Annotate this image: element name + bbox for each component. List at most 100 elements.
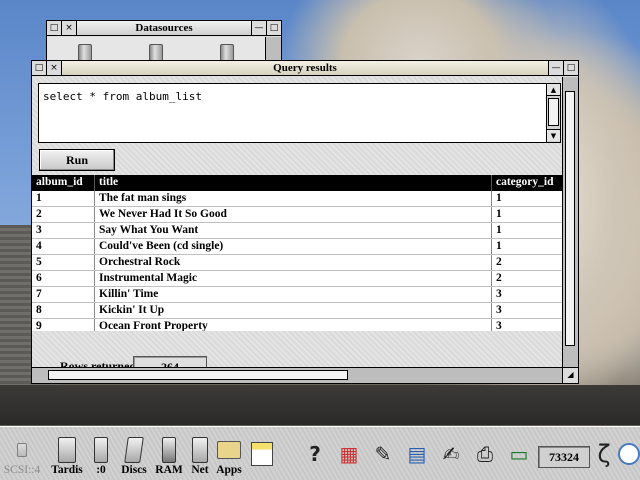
cell-category-id: 2: [496, 272, 502, 284]
table-row[interactable]: 7 Killin' Time 3: [32, 287, 564, 303]
database-icon: [249, 440, 275, 468]
iconbar-task-terminal[interactable]: ▭: [504, 430, 534, 478]
cell-title: We Never Had It So Good: [95, 207, 492, 222]
desktop-backdrop-ground: [0, 385, 640, 425]
datasources-scrollbar[interactable]: [265, 37, 281, 61]
floppy-drive-icon: [88, 436, 114, 464]
scroll-thumb[interactable]: [565, 91, 575, 346]
query-results-window[interactable]: □ × Query results — □ select * from albu…: [31, 60, 579, 384]
cell-category-id: 1: [496, 208, 502, 220]
column-header-category-id[interactable]: category_id: [492, 175, 564, 191]
close-button[interactable]: ×: [62, 21, 77, 35]
iconbar-task-paint[interactable]: ▦: [334, 430, 364, 478]
cell-title: Say What You Want: [95, 223, 492, 238]
cell-title: Ocean Front Property: [95, 319, 492, 331]
ramdisc-icon: [156, 436, 182, 464]
terminal-icon: ▭: [509, 442, 529, 466]
iconbar-label: Tardis: [51, 464, 83, 476]
iconbar-label: :0: [96, 464, 106, 476]
query-results-titlebar[interactable]: □ × Query results — □: [32, 61, 578, 76]
scsi-drive-icon: [9, 436, 35, 464]
iconbar-device-net[interactable]: Net: [186, 430, 214, 478]
datasources-window[interactable]: □ × Datasources — □: [46, 20, 282, 62]
table-row[interactable]: 1 The fat man sings 1: [32, 191, 564, 207]
scroll-up-arrow-icon[interactable]: ▲: [547, 84, 560, 96]
column-header-album-id[interactable]: album_id: [32, 175, 95, 191]
window-title: Query results: [62, 61, 548, 75]
sql-text[interactable]: select * from album_list: [43, 90, 202, 103]
iconbar-task-help[interactable]: ?: [300, 430, 330, 478]
iconbar-task-clock[interactable]: [618, 430, 640, 478]
iconbar-label: SCSI::4: [3, 464, 41, 476]
iconbar-task-zeta[interactable]: ζ: [592, 430, 616, 478]
cell-album-id: 4: [32, 239, 95, 254]
close-button[interactable]: ×: [47, 61, 62, 75]
iconbar-device-floppy[interactable]: :0: [88, 430, 114, 478]
cell-album-id: 2: [32, 207, 95, 222]
resize-icon[interactable]: ◢: [562, 367, 578, 383]
back-button[interactable]: □: [47, 21, 62, 35]
iconbar-device-scsi[interactable]: SCSI::4: [2, 430, 42, 478]
iconbar-label: Net: [191, 464, 209, 476]
query-results-vertical-scrollbar[interactable]: [562, 77, 578, 367]
cell-album-id: 8: [32, 303, 95, 318]
iconbar-label: RAM: [155, 464, 183, 476]
apps-folder-icon: [216, 436, 242, 464]
iconbar-device-discs[interactable]: Discs: [118, 430, 150, 478]
iconize-button[interactable]: —: [251, 21, 266, 35]
toggle-size-button[interactable]: □: [563, 61, 578, 75]
run-button[interactable]: Run: [39, 149, 115, 171]
table-row[interactable]: 3 Say What You Want 1: [32, 223, 564, 239]
cell-category-id: 2: [496, 256, 502, 268]
scroll-thumb[interactable]: [48, 370, 348, 380]
iconize-button[interactable]: —: [548, 61, 563, 75]
iconbar-task-edit[interactable]: ✍: [436, 430, 466, 478]
harddisc-icon: [54, 436, 80, 464]
cell-category-id: 1: [496, 224, 502, 236]
zeta-icon: ζ: [597, 440, 611, 468]
cell-album-id: 9: [32, 319, 95, 331]
cell-title: Could've Been (cd single): [95, 239, 492, 254]
scroll-down-arrow-icon[interactable]: ▼: [547, 129, 560, 141]
draw-icon: ✎: [374, 442, 392, 466]
cell-album-id: 3: [32, 223, 95, 238]
discs-icon: [121, 436, 147, 464]
iconbar-task-draw[interactable]: ✎: [368, 430, 398, 478]
iconbar-task-chart[interactable]: ▤: [402, 430, 432, 478]
cell-title: The fat man sings: [95, 191, 492, 206]
iconbar-task-database[interactable]: [248, 430, 276, 478]
cell-category-id: 3: [496, 304, 502, 316]
free-memory-display[interactable]: 73324: [538, 446, 590, 468]
iconbar-apps[interactable]: Apps: [214, 430, 244, 478]
cell-title: Killin' Time: [95, 287, 492, 302]
table-row[interactable]: 4 Could've Been (cd single) 1: [32, 239, 564, 255]
iconbar-device-ram[interactable]: RAM: [154, 430, 184, 478]
column-header-title[interactable]: title: [95, 175, 492, 191]
toggle-size-button[interactable]: □: [266, 21, 281, 35]
cell-title: Kickin' It Up: [95, 303, 492, 318]
iconbar-task-printer[interactable]: ⎙: [470, 430, 500, 478]
network-icon: [187, 436, 213, 464]
cell-title: Orchestral Rock: [95, 255, 492, 270]
paint-icon: ▦: [339, 442, 359, 466]
iconbar-device-tardis[interactable]: Tardis: [48, 430, 86, 478]
cell-album-id: 7: [32, 287, 95, 302]
sql-scrollbar[interactable]: ▲ ▼: [546, 84, 560, 142]
query-results-horizontal-scrollbar[interactable]: [32, 367, 562, 383]
chart-icon: ▤: [407, 442, 427, 466]
results-table[interactable]: album_id title category_id 1 The fat man …: [32, 175, 564, 331]
scroll-thumb[interactable]: [548, 98, 559, 126]
datasources-titlebar[interactable]: □ × Datasources — □: [47, 21, 281, 36]
table-row[interactable]: 8 Kickin' It Up 3: [32, 303, 564, 319]
table-row[interactable]: 5 Orchestral Rock 2: [32, 255, 564, 271]
datasources-pane: [47, 37, 265, 62]
cell-album-id: 1: [32, 191, 95, 206]
table-row[interactable]: 2 We Never Had It So Good 1: [32, 207, 564, 223]
sql-input[interactable]: select * from album_list ▲ ▼: [38, 83, 561, 143]
cell-album-id: 6: [32, 271, 95, 286]
back-button[interactable]: □: [32, 61, 47, 75]
cell-title: Instrumental Magic: [95, 271, 492, 286]
window-title: Datasources: [77, 21, 251, 35]
table-row[interactable]: 6 Instrumental Magic 2: [32, 271, 564, 287]
table-row[interactable]: 9 Ocean Front Property 3: [32, 319, 564, 331]
